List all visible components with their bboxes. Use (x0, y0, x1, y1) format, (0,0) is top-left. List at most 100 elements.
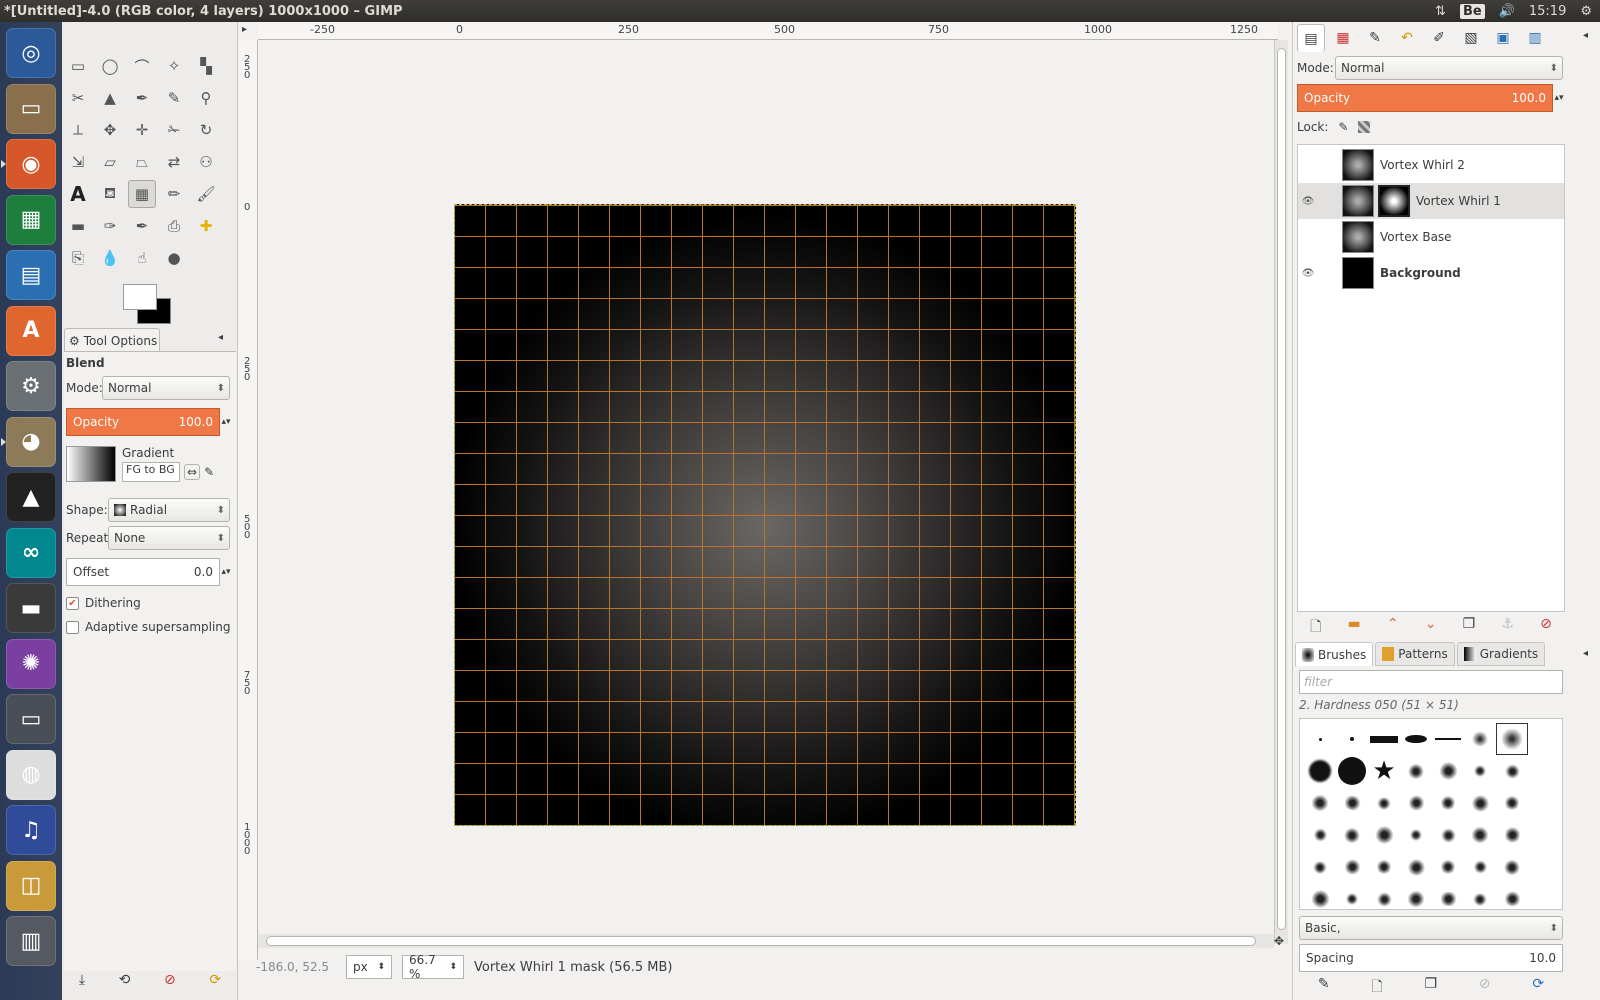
smudge-tool-icon[interactable]: ☝ (128, 244, 156, 272)
flip-tool-icon[interactable]: ⇄ (160, 148, 188, 176)
keyboard-layout-indicator[interactable]: Be (1459, 3, 1485, 19)
scroll-thumb[interactable] (266, 936, 1256, 946)
ink-tool-icon[interactable]: ✒ (128, 212, 156, 240)
dithering-checkbox[interactable]: ✔ (66, 596, 79, 610)
brush-thumbnail[interactable] (1432, 819, 1464, 851)
blend-tool-icon[interactable]: ▦ (128, 180, 156, 208)
brush-thumbnail[interactable] (1432, 883, 1464, 909)
brush-spacing-field[interactable]: Spacing 10.0 (1299, 944, 1563, 972)
delete-brush-icon[interactable]: ⊘ (1479, 976, 1491, 1000)
gradient-name-field[interactable]: FG to BG ( (122, 462, 180, 482)
airbrush-tool-icon[interactable]: ✑ (96, 212, 124, 240)
launcher-software-center-icon[interactable]: A (6, 305, 56, 356)
opacity-spin-arrows[interactable]: ▴▾ (1553, 93, 1565, 103)
brush-thumbnail[interactable] (1336, 851, 1368, 883)
adaptive-supersampling-checkbox[interactable] (66, 620, 79, 634)
brush-filter-input[interactable]: filter (1299, 670, 1563, 694)
brush-tag-select[interactable]: Basic, (1299, 916, 1563, 940)
shape-select[interactable]: Radial (108, 498, 230, 522)
brush-thumbnail[interactable] (1496, 723, 1528, 755)
brush-thumbnail[interactable] (1400, 883, 1432, 909)
restore-options-icon[interactable]: ⟲ (119, 972, 131, 988)
launcher-gimp-icon[interactable]: ◕ (1, 416, 56, 467)
brush-thumbnail[interactable] (1496, 755, 1528, 787)
launcher-libreoffice-calc-icon[interactable]: ▦ (6, 194, 56, 245)
layer-row[interactable]: Vortex Whirl 2 (1298, 147, 1564, 183)
network-icon[interactable]: ⇅ (1435, 4, 1446, 19)
brush-thumbnail[interactable] (1464, 851, 1496, 883)
blur-tool-icon[interactable]: 💧 (96, 244, 124, 272)
brush-thumbnail[interactable] (1336, 819, 1368, 851)
foreground-color[interactable] (123, 284, 157, 310)
fg-bg-color-swatch[interactable] (120, 282, 180, 330)
color-picker-tool-icon[interactable]: ✎ (160, 84, 188, 112)
launcher-audacity-icon[interactable]: ♫ (6, 805, 56, 855)
tab-channels[interactable]: ▦ (1329, 24, 1357, 52)
free-select-tool-icon[interactable]: ⌒ (128, 52, 156, 80)
brush-thumbnail[interactable] (1368, 851, 1400, 883)
brush-thumbnail[interactable] (1496, 819, 1528, 851)
refresh-brushes-icon[interactable]: ⟳ (1532, 976, 1544, 1000)
launcher-system-settings-icon[interactable]: ⚙ (6, 361, 56, 411)
brush-thumbnail[interactable] (1304, 851, 1336, 883)
clock[interactable]: 15:19 (1529, 4, 1566, 19)
rotate-tool-icon[interactable]: ↻ (192, 116, 220, 144)
tab-documents[interactable]: ▥ (1521, 24, 1549, 52)
tab-patterns[interactable]: Patterns (1375, 642, 1455, 666)
brush-thumbnail[interactable]: ★ (1368, 755, 1400, 787)
fuzzy-select-tool-icon[interactable]: ✧ (160, 52, 188, 80)
offset-field[interactable]: Offset 0.0 (66, 558, 220, 586)
brush-thumbnail[interactable] (1400, 723, 1432, 755)
brush-thumbnail[interactable] (1368, 723, 1400, 755)
edit-brush-icon[interactable]: ✎ (1318, 976, 1330, 1000)
by-color-select-tool-icon[interactable]: ▚ (192, 52, 220, 80)
heal-tool-icon[interactable]: ✚ (192, 212, 220, 240)
lower-layer-icon[interactable]: ⌄ (1425, 616, 1437, 640)
vertical-scrollbar[interactable] (1274, 40, 1288, 944)
new-brush-icon[interactable]: 🗋 (1371, 976, 1382, 1000)
layer-mask-thumbnail[interactable] (1378, 185, 1410, 217)
move-tool-icon[interactable]: ✥ (96, 116, 124, 144)
brush-thumbnail[interactable] (1336, 723, 1368, 755)
launcher-firefox-icon[interactable]: ◉ (1, 139, 56, 189)
tab-layers[interactable]: ▤ (1297, 24, 1325, 52)
brush-thumbnail[interactable] (1464, 787, 1496, 819)
tab-undo[interactable]: ↶ (1393, 24, 1421, 52)
visibility-eye-icon[interactable]: 👁 (1298, 196, 1318, 207)
tab-gradients[interactable]: ▧ (1457, 24, 1485, 52)
brush-thumbnail[interactable] (1496, 883, 1528, 909)
gear-icon[interactable]: ⚙ (1580, 4, 1592, 19)
opacity-slider[interactable]: Opacity 100.0 (66, 408, 220, 436)
layer-mode-select[interactable]: Normal (1335, 56, 1563, 80)
duplicate-layer-icon[interactable]: ❐ (1463, 616, 1476, 640)
align-tool-icon[interactable]: ✛ (128, 116, 156, 144)
layer-thumbnail[interactable] (1342, 221, 1374, 253)
layer-name[interactable]: Vortex Whirl 2 (1380, 158, 1465, 172)
foreground-select-tool-icon[interactable]: ▲ (96, 84, 124, 112)
brush-thumbnail[interactable] (1496, 851, 1528, 883)
brush-thumbnail[interactable] (1304, 883, 1336, 909)
layer-name[interactable]: Background (1380, 266, 1461, 280)
reset-options-icon[interactable]: ⟳ (209, 972, 221, 988)
brush-thumbnail[interactable] (1432, 755, 1464, 787)
layer-row[interactable]: 👁 Background (1298, 255, 1564, 291)
tab-brushes[interactable]: Brushes (1295, 642, 1374, 666)
brush-thumbnail[interactable] (1464, 755, 1496, 787)
image-canvas[interactable] (454, 204, 1076, 826)
lock-alpha-icon[interactable] (1358, 121, 1371, 133)
launcher-aperture-icon[interactable]: ✺ (6, 638, 56, 689)
brush-thumbnail[interactable] (1464, 723, 1496, 755)
new-layer-group-icon[interactable]: ▬ (1348, 616, 1361, 640)
panel-menu-icon[interactable]: ◂ (218, 332, 223, 343)
shear-tool-icon[interactable]: ▱ (96, 148, 124, 176)
measure-tool-icon[interactable]: ⟂ (64, 116, 92, 144)
paths-tool-icon[interactable]: ✒ (128, 84, 156, 112)
brush-thumbnail[interactable] (1496, 787, 1528, 819)
text-tool-icon[interactable]: A (64, 180, 92, 208)
layer-row[interactable]: 👁 Vortex Whirl 1 (1298, 183, 1564, 219)
edit-gradient-icon[interactable]: ✎ (204, 465, 214, 479)
pencil-tool-icon[interactable]: ✏ (160, 180, 188, 208)
navigate-icon[interactable]: ✥ (1274, 934, 1284, 948)
vertical-ruler[interactable]: 250 0 250 500 750 1000 (238, 40, 258, 960)
brush-grid[interactable]: ★ (1299, 718, 1563, 910)
